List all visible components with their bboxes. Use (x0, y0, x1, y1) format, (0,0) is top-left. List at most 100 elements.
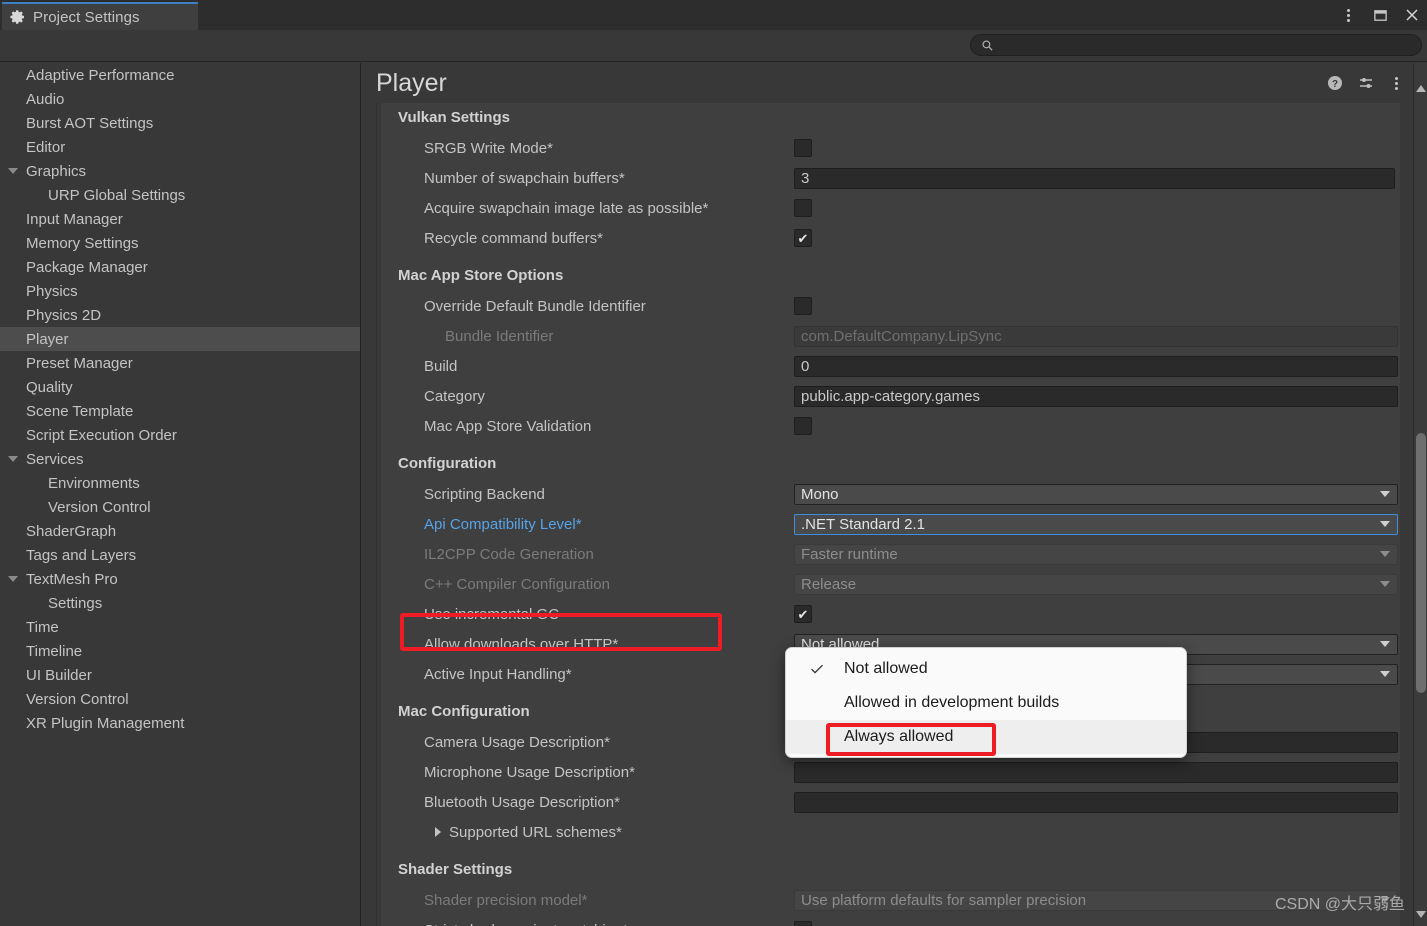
sidebar-item-label: XR Plugin Management (26, 714, 185, 732)
scroll-down-arrow-icon[interactable] (1416, 911, 1426, 918)
input-microphone-usage-description[interactable] (794, 761, 1398, 783)
sidebar-item-ui-builder[interactable]: UI Builder (0, 663, 360, 687)
chevron-down-icon[interactable] (8, 456, 18, 462)
allow-downloads-over-http-dropdown-menu[interactable]: Not allowed Allowed in development builds… (785, 647, 1187, 758)
sidebar-item-graphics[interactable]: Graphics (0, 159, 360, 183)
sidebar-item-script-execution-order[interactable]: Script Execution Order (0, 423, 360, 447)
menu-item-not-allowed[interactable]: Not allowed (786, 652, 1186, 686)
search-box[interactable] (970, 34, 1422, 56)
label-shader-precision-model: Shader precision model* (424, 891, 588, 909)
label-api-compatibility-level: Api Compatibility Level* (424, 515, 582, 533)
row-use-incremental-gc[interactable]: Use incremental GC (387, 599, 1400, 629)
chevron-down-icon (1380, 581, 1390, 587)
sidebar-item-shadergraph[interactable]: ShaderGraph (0, 519, 360, 543)
row-recycle-command-buffers[interactable]: Recycle command buffers* (387, 223, 1400, 253)
sidebar-item-version-control[interactable]: Version Control (0, 495, 360, 519)
checkbox-strict-shader-variant-matching[interactable] (794, 921, 812, 926)
checkbox-use-incremental-gc[interactable] (794, 605, 812, 623)
menu-item-label: Not allowed (844, 660, 928, 677)
settings-sidebar[interactable]: Adaptive Performance Audio Burst AOT Setti… (0, 63, 361, 926)
row-category[interactable]: Category public.app-category.games (387, 381, 1400, 411)
label-swapchain-buffers: Number of swapchain buffers* (424, 169, 625, 187)
label-allow-downloads-over-http: Allow downloads over HTTP* (424, 635, 619, 653)
sidebar-item-label: Timeline (26, 642, 83, 660)
row-swapchain-buffers[interactable]: Number of swapchain buffers* 3 (387, 163, 1400, 193)
input-build[interactable]: 0 (794, 355, 1398, 377)
checkbox-mac-app-store-validation[interactable] (794, 417, 812, 435)
sidebar-item-services[interactable]: Services (0, 447, 360, 471)
label-cpp-compiler-configuration: C++ Compiler Configuration (424, 575, 610, 593)
checkbox-srgb-write-mode[interactable] (794, 139, 812, 157)
row-il2cpp-code-generation: IL2CPP Code Generation Faster runtime (387, 539, 1400, 569)
row-scripting-backend[interactable]: Scripting Backend Mono (387, 479, 1400, 509)
sidebar-item-label: Editor (26, 138, 66, 156)
sidebar-item-time[interactable]: Time (0, 615, 360, 639)
sidebar-item-textmesh-pro[interactable]: TextMesh Pro (0, 567, 360, 591)
scrollbar-thumb[interactable] (1416, 433, 1426, 693)
sidebar-item-settings[interactable]: Settings (0, 591, 360, 615)
label-camera-usage-description: Camera Usage Description* (424, 733, 610, 751)
sidebar-item-player[interactable]: Player (0, 327, 360, 351)
chevron-right-icon[interactable] (435, 827, 441, 837)
kebab-menu-icon[interactable] (1339, 6, 1357, 24)
sidebar-item-xr-plugin-management[interactable]: XR Plugin Management (0, 711, 360, 735)
search-icon (981, 39, 993, 51)
sidebar-item-scene-template[interactable]: Scene Template (0, 399, 360, 423)
sidebar-item-editor[interactable]: Editor (0, 135, 360, 159)
sidebar-item-tags-and-layers[interactable]: Tags and Layers (0, 543, 360, 567)
sidebar-item-audio[interactable]: Audio (0, 87, 360, 111)
sidebar-item-package-manager[interactable]: Package Manager (0, 255, 360, 279)
row-strict-shader-variant-matching[interactable]: Strict shader variant matching* (387, 915, 1400, 926)
sidebar-item-input-manager[interactable]: Input Manager (0, 207, 360, 231)
sidebar-item-version-control[interactable]: Version Control (0, 687, 360, 711)
row-override-bundle-identifier[interactable]: Override Default Bundle Identifier (387, 291, 1400, 321)
preset-sliders-icon[interactable] (1357, 75, 1374, 92)
maximize-icon[interactable] (1371, 6, 1389, 24)
sidebar-item-memory-settings[interactable]: Memory Settings (0, 231, 360, 255)
row-supported-url-schemes[interactable]: Supported URL schemes* (387, 817, 1400, 847)
dropdown-il2cpp-code-generation: Faster runtime (794, 543, 1398, 565)
search-input[interactable] (998, 38, 1398, 52)
scroll-up-arrow-icon[interactable] (1416, 85, 1426, 92)
row-bundle-identifier[interactable]: Bundle Identifier com.DefaultCompany.Lip… (387, 321, 1400, 351)
label-active-input-handling: Active Input Handling* (424, 665, 572, 683)
sidebar-item-preset-manager[interactable]: Preset Manager (0, 351, 360, 375)
chevron-down-icon[interactable] (8, 168, 18, 174)
sidebar-item-adaptive-performance[interactable]: Adaptive Performance (0, 63, 360, 87)
input-category[interactable]: public.app-category.games (794, 385, 1398, 407)
sidebar-item-label: Preset Manager (26, 354, 133, 372)
sidebar-item-quality[interactable]: Quality (0, 375, 360, 399)
help-icon[interactable]: ? (1326, 75, 1343, 92)
row-build[interactable]: Build 0 (387, 351, 1400, 381)
sidebar-item-environments[interactable]: Environments (0, 471, 360, 495)
row-acquire-swapchain-late[interactable]: Acquire swapchain image late as possible… (387, 193, 1400, 223)
sidebar-item-physics[interactable]: Physics (0, 279, 360, 303)
checkbox-recycle-command-buffers[interactable] (794, 229, 812, 247)
vertical-scrollbar[interactable] (1413, 63, 1427, 926)
sidebar-item-urp-global-settings[interactable]: URP Global Settings (0, 183, 360, 207)
row-bluetooth-usage-description[interactable]: Bluetooth Usage Description* (387, 787, 1400, 817)
section-title-configuration: Configuration (398, 455, 497, 472)
dropdown-api-compatibility-level[interactable]: .NET Standard 2.1 (794, 513, 1398, 535)
page-title: Player (376, 68, 447, 97)
row-microphone-usage-description[interactable]: Microphone Usage Description* (387, 757, 1400, 787)
label-supported-url-schemes: Supported URL schemes* (449, 823, 622, 841)
sidebar-item-burst-aot-settings[interactable]: Burst AOT Settings (0, 111, 360, 135)
label-strict-shader-variant-matching: Strict shader variant matching* (387, 922, 762, 926)
menu-item-always-allowed[interactable]: Always allowed (786, 720, 1186, 754)
row-mac-app-store-validation[interactable]: Mac App Store Validation (387, 411, 1400, 441)
dropdown-scripting-backend[interactable]: Mono (794, 483, 1398, 505)
close-icon[interactable] (1403, 6, 1421, 24)
menu-item-allowed-in-development-builds[interactable]: Allowed in development builds (786, 686, 1186, 720)
checkbox-override-bundle-identifier[interactable] (794, 297, 812, 315)
input-swapchain-buffers[interactable]: 3 (794, 167, 1395, 189)
input-bluetooth-usage-description[interactable] (794, 791, 1398, 813)
checkbox-acquire-swapchain-late[interactable] (794, 199, 812, 217)
tab-project-settings[interactable]: Project Settings (2, 2, 198, 30)
row-api-compatibility-level[interactable]: Api Compatibility Level* .NET Standard 2… (387, 509, 1400, 539)
sidebar-item-physics-2d[interactable]: Physics 2D (0, 303, 360, 327)
sidebar-item-timeline[interactable]: Timeline (0, 639, 360, 663)
label-override-bundle-identifier: Override Default Bundle Identifier (424, 297, 646, 315)
chevron-down-icon[interactable] (8, 576, 18, 582)
row-srgb-write-mode[interactable]: SRGB Write Mode* (387, 133, 1400, 163)
